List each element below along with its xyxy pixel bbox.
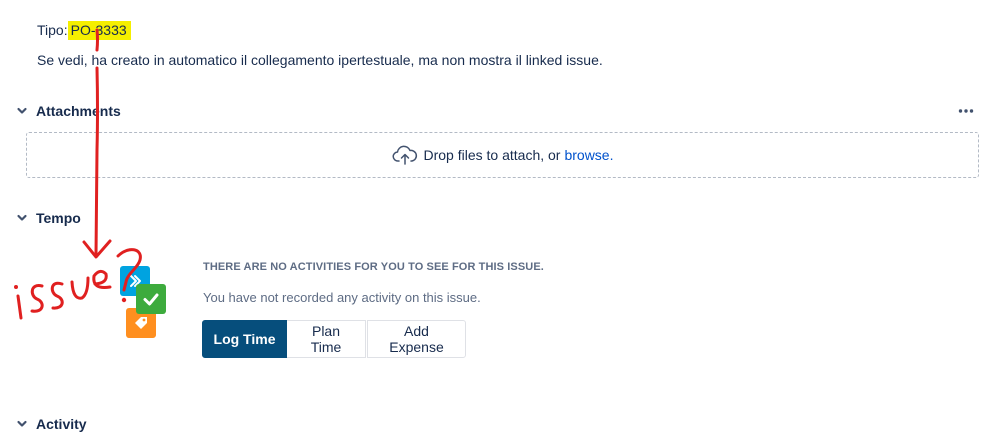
dropzone-text: Drop files to attach, or	[423, 147, 561, 163]
annotation-i-dot	[14, 285, 18, 289]
more-horizontal-icon[interactable]	[954, 101, 978, 121]
chevron-down-icon[interactable]	[14, 103, 30, 119]
tipo-label: Tipo:	[37, 22, 68, 38]
annotation-letter-s2	[50, 281, 64, 310]
add-expense-button[interactable]: Add Expense	[367, 320, 466, 358]
tempo-header[interactable]: Tempo	[14, 207, 81, 229]
issue-detail-page: Tipo: PO-3333 Se vedi, ha creato in autom…	[0, 0, 998, 448]
annotation-letter-e	[92, 269, 112, 289]
attachments-title: Attachments	[36, 103, 121, 119]
attachments-header[interactable]: Attachments	[14, 100, 121, 122]
tempo-illustration	[116, 266, 170, 340]
scroll-up-icon[interactable]	[956, 442, 970, 448]
cloud-upload-icon	[392, 144, 418, 166]
tempo-empty-subtitle: You have not recorded any activity on th…	[203, 290, 481, 305]
plan-time-button[interactable]: Plan Time	[287, 320, 366, 358]
chevron-down-icon[interactable]	[14, 416, 30, 432]
attachment-dropzone[interactable]: Drop files to attach, or browse.	[26, 132, 979, 178]
annotation-arrowhead	[82, 239, 112, 259]
annotation-letter-s1	[30, 284, 44, 313]
checkmark-icon	[136, 284, 166, 314]
tempo-empty-heading: THERE ARE NO ACTIVITIES FOR YOU TO SEE F…	[203, 261, 544, 273]
chevron-down-icon[interactable]	[14, 210, 30, 226]
tipo-value-highlight[interactable]: PO-3333	[67, 21, 131, 40]
tempo-action-buttons: Log Time Plan Time Add Expense	[202, 320, 466, 358]
description-explanation: Se vedi, ha creato in automatico il coll…	[37, 52, 603, 68]
annotation-letter-u	[70, 276, 90, 300]
tempo-title: Tempo	[36, 210, 81, 226]
log-time-button[interactable]: Log Time	[202, 320, 287, 358]
activity-header[interactable]: Activity	[14, 413, 87, 435]
description-tipo-line: Tipo: PO-3333	[37, 21, 131, 40]
activity-title: Activity	[36, 416, 87, 432]
browse-link[interactable]: browse.	[564, 147, 613, 163]
annotation-letter-i	[16, 294, 23, 320]
